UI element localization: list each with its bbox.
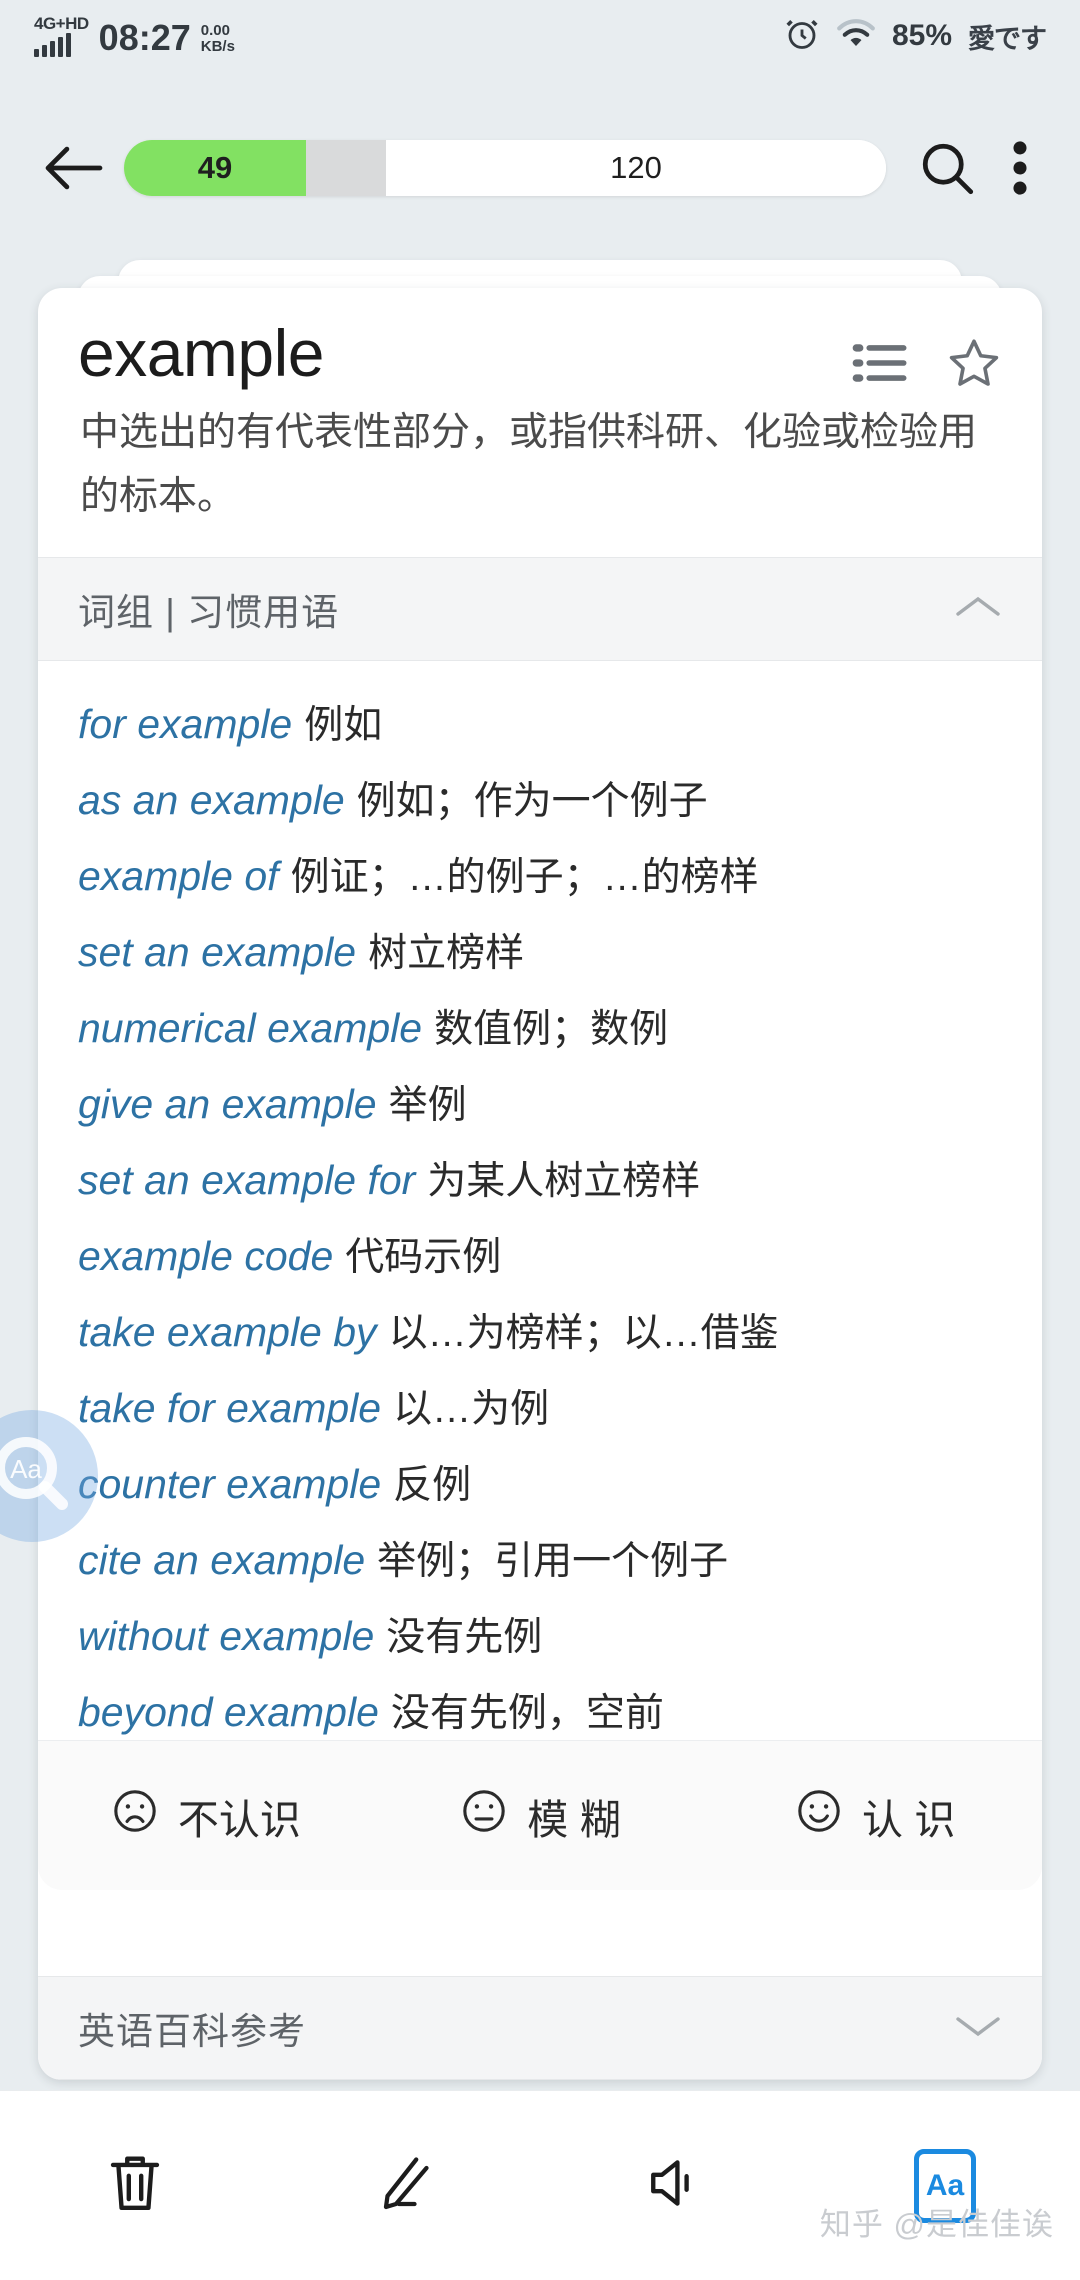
rate-unknown-button[interactable]: 不认识: [38, 1786, 373, 1846]
phrase-chinese: 以…为例: [393, 1388, 550, 1431]
phrase-chinese: 例如；作为一个例子: [356, 780, 708, 823]
phrase-row[interactable]: cite an example 举例；引用一个例子: [78, 1527, 1002, 1603]
trash-icon: [106, 2152, 164, 2219]
frowning-face-icon: [110, 1786, 160, 1846]
list-icon[interactable]: [852, 340, 908, 391]
card-header-actions: [852, 314, 1002, 395]
phrase-chinese: 例证；…的例子；…的榜样: [290, 856, 759, 899]
phrase-row[interactable]: give an example 举例: [78, 1071, 1002, 1147]
rating-bar: 不认识 模 糊 认 识: [38, 1740, 1042, 1890]
phrase-english: take for example: [78, 1385, 382, 1431]
phrase-chinese: 反例: [393, 1464, 472, 1507]
phrase-english: set an example for: [78, 1157, 416, 1203]
phrase-english: give an example: [78, 1081, 377, 1127]
card-stack: example 中选出的有代表性部分，或指供科研、化验或检验用的标本。 词组 |…: [0, 0, 1080, 2090]
phrase-row[interactable]: example code 代码示例: [78, 1223, 1002, 1299]
phrase-row[interactable]: take for example 以…为例: [78, 1375, 1002, 1451]
phrase-english: example of: [78, 853, 279, 899]
phrase-english: numerical example: [78, 1005, 423, 1051]
phrase-chinese: 举例: [388, 1084, 467, 1127]
phrase-chinese: 没有先例: [386, 1616, 543, 1659]
phrase-english: counter example: [78, 1461, 382, 1507]
phrase-row[interactable]: counter example 反例: [78, 1451, 1002, 1527]
rate-known-label: 认 识: [861, 1796, 956, 1843]
phrase-row[interactable]: set an example for 为某人树立榜样: [78, 1147, 1002, 1223]
phrase-chinese: 树立榜样: [368, 932, 525, 975]
phrase-english: set an example: [78, 929, 357, 975]
svg-text:Aa: Aa: [10, 1454, 42, 1484]
phrase-chinese: 数值例；数例: [434, 1008, 669, 1051]
encyclopedia-section-title: 英语百科参考: [78, 2011, 306, 2052]
definition-text: 中选出的有代表性部分，或指供科研、化验或检验用的标本。: [80, 411, 978, 518]
phrase-english: without example: [78, 1613, 375, 1659]
phrase-english: example code: [78, 1233, 334, 1279]
bottom-nav-bar: Aa 知乎 @是佳佳诶: [0, 2090, 1080, 2280]
rate-known-button[interactable]: 认 识: [707, 1786, 1042, 1846]
rate-unknown-label: 不认识: [177, 1796, 301, 1843]
phrase-chinese: 举例；引用一个例子: [377, 1540, 729, 1583]
phrase-chinese: 为某人树立榜样: [427, 1160, 701, 1203]
phrase-row[interactable]: set an example 树立榜样: [78, 919, 1002, 995]
phrase-section-title: 词组 | 习惯用语: [78, 592, 340, 633]
phrase-row[interactable]: without example 没有先例: [78, 1603, 1002, 1679]
delete-button[interactable]: [0, 2152, 270, 2219]
phrase-english: for example: [78, 701, 293, 747]
magnifier-aa-icon: Aa: [0, 1426, 80, 1527]
smiling-face-icon: [794, 1786, 844, 1846]
phrase-section-header[interactable]: 词组 | 习惯用语: [38, 557, 1042, 661]
phrase-row[interactable]: as an example 例如；作为一个例子: [78, 767, 1002, 843]
phrase-english: beyond example: [78, 1689, 379, 1735]
phrase-row[interactable]: numerical example 数值例；数例: [78, 995, 1002, 1071]
phrase-chinese: 以…为榜样；以…借鉴: [388, 1312, 779, 1355]
chevron-up-icon[interactable]: [954, 592, 1002, 627]
phrase-chinese: 例如: [304, 704, 383, 747]
sound-button[interactable]: [540, 2154, 810, 2217]
rate-fuzzy-label: 模 糊: [527, 1796, 621, 1843]
star-outline-icon[interactable]: [946, 336, 1002, 395]
phrase-row[interactable]: for example 例如: [78, 691, 1002, 767]
encyclopedia-section-header[interactable]: 英语百科参考: [38, 1976, 1042, 2080]
edit-button[interactable]: [270, 2152, 540, 2219]
phrase-row[interactable]: take example by 以…为榜样；以…借鉴: [78, 1299, 1002, 1375]
rate-fuzzy-button[interactable]: 模 糊: [373, 1786, 708, 1846]
phrase-chinese: 代码示例: [345, 1236, 502, 1279]
phrase-chinese: 没有先例，空前: [390, 1692, 664, 1735]
headword: example: [78, 316, 324, 390]
neutral-face-icon: [459, 1786, 509, 1846]
phrase-english: cite an example: [78, 1537, 366, 1583]
speaker-icon: [646, 2154, 704, 2217]
chevron-down-icon[interactable]: [954, 2011, 1002, 2046]
phrase-english: take example by: [78, 1309, 377, 1355]
phrase-row[interactable]: example of 例证；…的例子；…的榜样: [78, 843, 1002, 919]
pen-icon: [375, 2152, 435, 2219]
phrase-english: as an example: [78, 777, 345, 823]
card-header: example: [38, 288, 1042, 395]
watermark: 知乎 @是佳佳诶: [819, 2207, 1054, 2242]
